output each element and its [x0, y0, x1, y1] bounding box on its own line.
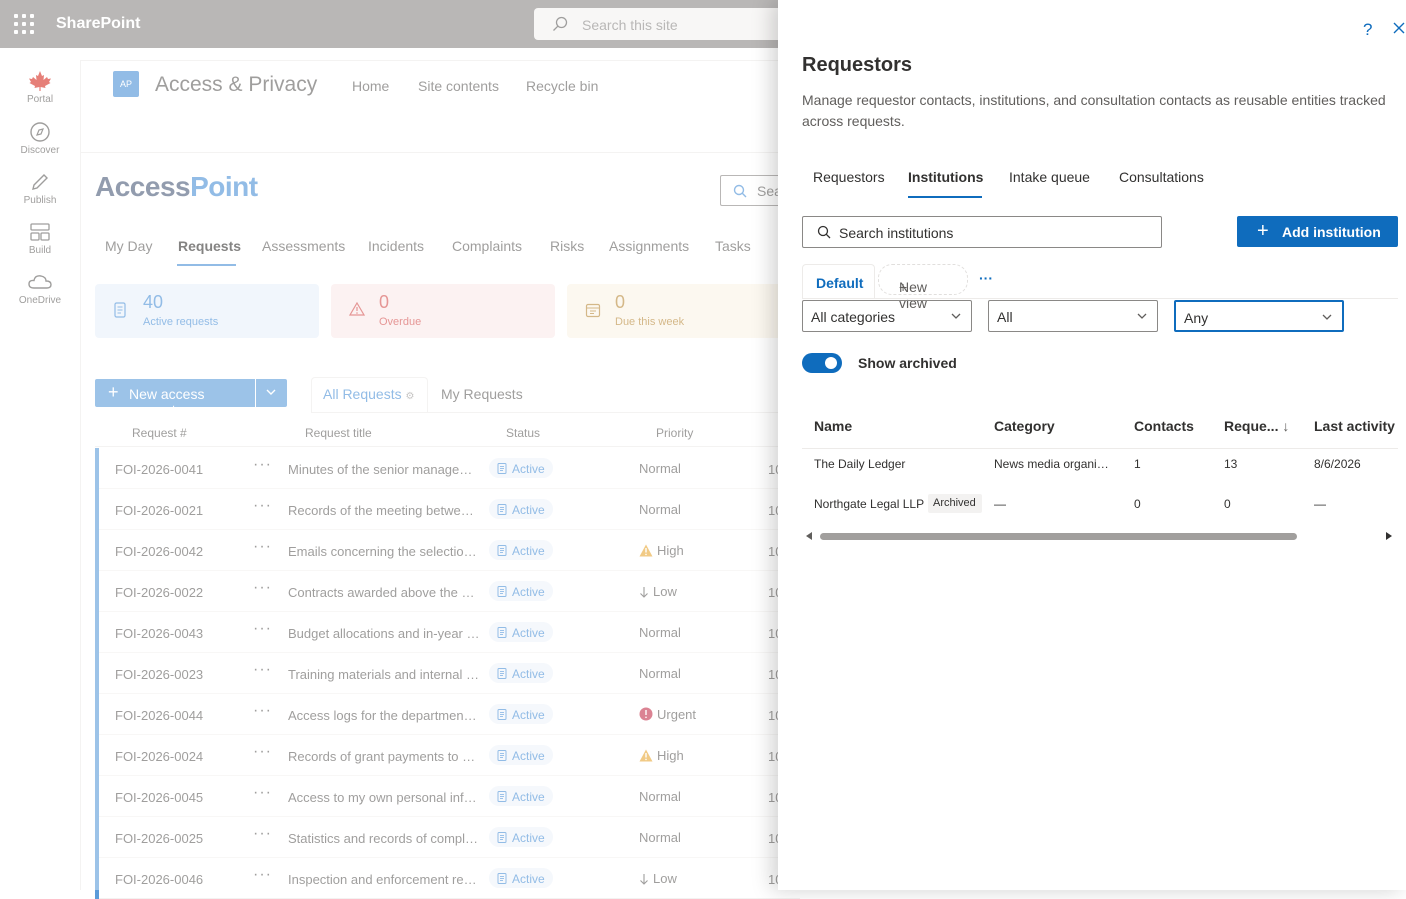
help-icon[interactable]: ?	[1363, 20, 1372, 40]
scroll-right-icon[interactable]	[1386, 532, 1392, 540]
requestors-panel: ? Requestors Manage requestor contacts, …	[778, 0, 1406, 890]
cell-contacts: 0	[1134, 497, 1141, 511]
third-filter-dropdown[interactable]: Any	[1174, 300, 1344, 332]
cell-requests: 13	[1224, 457, 1238, 471]
show-archived-label: Show archived	[858, 355, 957, 371]
chevron-down-icon	[1137, 313, 1147, 319]
search-institutions-input[interactable]: Search institutions	[802, 216, 1162, 248]
scroll-left-icon[interactable]	[806, 532, 812, 540]
col-header-last-activity[interactable]: Last activity	[1314, 418, 1395, 434]
panel-tab-institutions[interactable]: Institutions	[908, 169, 983, 185]
dropdown-value: All categories	[811, 309, 896, 325]
cell-requests: 0	[1224, 497, 1231, 511]
view-default-label: Default	[816, 275, 864, 291]
dropdown-value: Any	[1184, 310, 1209, 326]
cell-category: —	[994, 497, 1006, 511]
category-filter-dropdown[interactable]: All categories	[802, 300, 972, 332]
plus-icon: +	[1257, 220, 1269, 242]
panel-tab-intake-queue[interactable]: Intake queue	[1009, 169, 1090, 185]
panel-tab-requestors[interactable]: Requestors	[813, 169, 885, 185]
panel-title: Requestors	[802, 54, 913, 76]
col-header-contacts[interactable]: Contacts	[1134, 418, 1194, 434]
cell-name[interactable]: Northgate Legal LLP	[814, 497, 926, 511]
search-icon	[817, 225, 831, 239]
new-view-button[interactable]: + New view	[878, 264, 968, 311]
cell-last-activity: —	[1314, 497, 1326, 511]
panel-active-tab-indicator	[908, 196, 982, 198]
archived-badge: Archived	[928, 494, 982, 513]
col-header-category[interactable]: Category	[994, 418, 1055, 434]
chevron-down-icon	[951, 313, 961, 319]
panel-overlay[interactable]	[0, 0, 778, 890]
panel-description: Manage requestor contacts, institutions,…	[802, 92, 1386, 129]
add-institution-label: Add institution	[1282, 224, 1381, 240]
search-placeholder: Search institutions	[839, 225, 954, 241]
more-views-button[interactable]: ···	[979, 270, 993, 286]
cell-category: News media organization	[994, 457, 1114, 471]
cell-last-activity: 8/6/2026	[1314, 457, 1361, 471]
horizontal-scrollbar[interactable]	[802, 528, 1398, 544]
views-divider	[802, 298, 1398, 299]
cell-contacts: 1	[1134, 457, 1141, 471]
dropdown-value: All	[997, 309, 1013, 325]
col-header-label: Reque...	[1224, 418, 1279, 434]
cell-name[interactable]: The Daily Ledger	[814, 457, 984, 471]
add-institution-button[interactable]: + Add institution	[1237, 216, 1398, 247]
close-icon[interactable]	[1393, 22, 1405, 34]
panel-tab-consultations[interactable]: Consultations	[1119, 169, 1204, 185]
show-archived-toggle[interactable]	[802, 353, 842, 373]
table-header-divider	[802, 448, 1398, 449]
sort-down-icon: ↓	[1282, 418, 1290, 434]
view-default[interactable]: Default	[802, 264, 875, 298]
col-header-name[interactable]: Name	[814, 418, 852, 434]
col-header-requests[interactable]: Reque... ↓	[1224, 418, 1289, 434]
scrollbar-thumb[interactable]	[820, 533, 1297, 540]
chevron-down-icon	[1322, 314, 1332, 320]
toggle-knob	[825, 357, 837, 369]
second-filter-dropdown[interactable]: All	[988, 300, 1158, 332]
